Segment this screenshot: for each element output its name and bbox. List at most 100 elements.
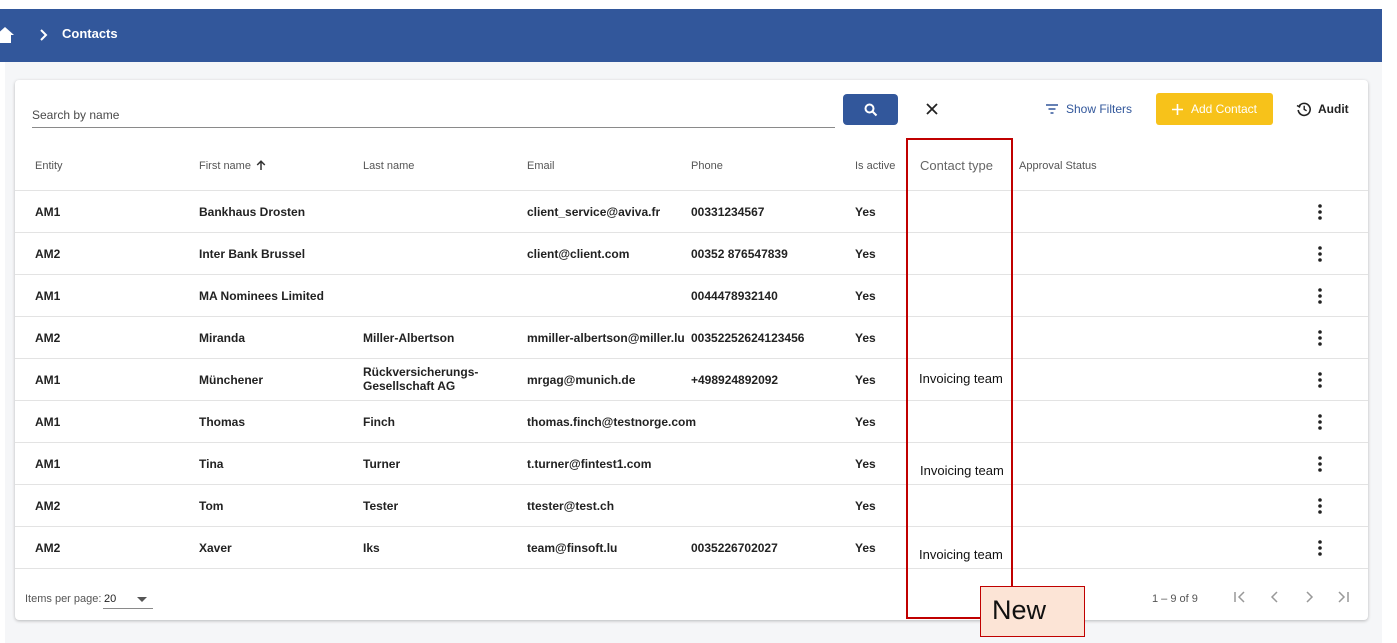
cell-email: team@finsoft.lu: [527, 541, 618, 555]
first-page-icon: [1234, 591, 1245, 603]
cell-first-name: Tina: [199, 457, 224, 471]
cell-last-name: Turner: [363, 457, 401, 471]
cell-first-name: Thomas: [199, 415, 246, 429]
show-filters-button[interactable]: Show Filters: [1045, 99, 1132, 119]
arrow-up-icon: [256, 160, 266, 170]
cell-is-active: Yes: [855, 331, 876, 345]
table-row[interactable]: AM2 Miranda Miller-Albertson mmiller-albert…: [15, 317, 1368, 359]
cell-email: client_service@aviva.fr: [527, 205, 661, 219]
cell-entity: AM1: [35, 205, 61, 219]
cell-entity: AM2: [35, 247, 61, 261]
audit-button[interactable]: Audit: [1296, 99, 1349, 119]
items-per-page-value: 20: [104, 593, 117, 605]
cell-is-active: Yes: [855, 457, 876, 471]
filter-icon: [1046, 104, 1058, 114]
cell-first-name: MA Nominees Limited: [199, 289, 324, 303]
home-icon[interactable]: [0, 26, 14, 44]
more-vert-icon[interactable]: [1312, 413, 1328, 431]
new-callout: New: [980, 586, 1085, 637]
chevron-right-icon: [1306, 591, 1314, 603]
cell-email: mrgag@munich.de: [527, 373, 636, 387]
table-row[interactable]: AM1 Münchener Rückversicherungs- Gesellscha…: [15, 359, 1368, 401]
table-row[interactable]: AM2 Tom Tester ttester@test.ch Yes: [15, 485, 1368, 527]
top-bar: Contacts: [0, 9, 1382, 62]
cell-email: mmiller-albertson@miller.lu: [527, 331, 685, 345]
last-page-button[interactable]: [1331, 586, 1355, 608]
more-vert-icon[interactable]: [1312, 539, 1328, 557]
cell-is-active: Yes: [855, 205, 876, 219]
contact-type-highlight-box: [906, 138, 1013, 619]
table-row[interactable]: AM1 Tina Turner t.turner@fintest1.com Yes Inv…: [15, 443, 1368, 485]
clear-search-button[interactable]: [921, 98, 943, 120]
cell-phone: 00331234567: [691, 205, 765, 219]
header-entity[interactable]: Entity: [35, 160, 63, 172]
cell-entity: AM1: [35, 415, 61, 429]
header-first-name-label: First name: [199, 160, 251, 172]
add-contact-button[interactable]: Add Contact: [1156, 93, 1273, 125]
cell-is-active: Yes: [855, 289, 876, 303]
cell-phone: 0044478932140: [691, 289, 778, 303]
more-vert-icon[interactable]: [1312, 455, 1328, 473]
cell-email: t.turner@fintest1.com: [527, 457, 652, 471]
table-row[interactable]: AM2 Inter Bank Brussel client@client.com 00…: [15, 233, 1368, 275]
header-phone[interactable]: Phone: [691, 160, 723, 172]
first-page-button[interactable]: [1228, 586, 1252, 608]
search-field: [32, 104, 835, 128]
cell-last-name: Iks: [363, 541, 380, 555]
cell-phone: 00352252624123456: [691, 331, 805, 345]
previous-page-button[interactable]: [1263, 586, 1287, 608]
cell-first-name: Inter Bank Brussel: [199, 247, 306, 261]
cell-entity: AM2: [35, 331, 61, 345]
table-header: Entity First name Last name Email Phone …: [15, 143, 1368, 191]
more-vert-icon[interactable]: [1312, 245, 1328, 263]
range-label: 1 – 9 of 9: [1152, 593, 1198, 605]
header-last-name[interactable]: Last name: [363, 160, 414, 172]
cell-entity: AM1: [35, 373, 61, 387]
table-row[interactable]: AM1 Thomas Finch thomas.finch@testnorge.com…: [15, 401, 1368, 443]
more-vert-icon[interactable]: [1312, 287, 1328, 305]
header-first-name[interactable]: First name: [199, 160, 266, 172]
cell-entity: AM1: [35, 289, 61, 303]
cell-first-name: Bankhaus Drosten: [199, 205, 306, 219]
more-vert-icon[interactable]: [1312, 371, 1328, 389]
cell-email: thomas.finch@testnorge.com: [527, 415, 697, 429]
close-icon: [926, 103, 938, 115]
next-page-button[interactable]: [1297, 586, 1321, 608]
cell-last-name-line2: Gesellschaft AG: [363, 379, 456, 393]
chevron-right-icon: [40, 29, 48, 41]
table-body: AM1 Bankhaus Drosten client_service@aviva.…: [15, 191, 1368, 569]
audit-label: Audit: [1318, 102, 1349, 116]
header-approval-status[interactable]: Approval Status: [1019, 160, 1097, 172]
cell-phone: 0035226702027: [691, 541, 778, 555]
cell-phone: 00352 876547839: [691, 247, 788, 261]
cell-last-name: Finch: [363, 415, 395, 429]
items-per-page-select[interactable]: 20: [103, 587, 153, 609]
contacts-card: Show Filters Add Contact Audit Entity Fi…: [15, 80, 1368, 620]
paginator: Items per page: 20 1 – 9 of 9: [15, 574, 1368, 620]
header-email[interactable]: Email: [527, 160, 555, 172]
cell-last-name: Miller-Albertson: [363, 331, 455, 345]
search-button[interactable]: [843, 94, 898, 125]
search-input[interactable]: [32, 104, 835, 126]
table-row[interactable]: AM1 Bankhaus Drosten client_service@aviva.…: [15, 191, 1368, 233]
cell-is-active: Yes: [855, 415, 876, 429]
header-is-active[interactable]: Is active: [855, 160, 895, 172]
table-row[interactable]: AM2 Xaver Iks team@finsoft.lu 0035226702027 Y…: [15, 527, 1368, 569]
cell-email: client@client.com: [527, 247, 630, 261]
cell-is-active: Yes: [855, 541, 876, 555]
plus-icon: [1171, 103, 1183, 115]
search-icon: [864, 103, 877, 116]
breadcrumb-contacts: Contacts: [62, 26, 118, 41]
cell-first-name: Münchener: [199, 373, 264, 387]
more-vert-icon[interactable]: [1312, 329, 1328, 347]
chevron-left-icon: [1270, 591, 1278, 603]
cell-last-name: Rückversicherungs- Gesellschaft AG: [363, 365, 478, 393]
more-vert-icon[interactable]: [1312, 203, 1328, 221]
cell-entity: AM2: [35, 541, 61, 555]
more-vert-icon[interactable]: [1312, 497, 1328, 515]
table-row[interactable]: AM1 MA Nominees Limited 0044478932140 Yes: [15, 275, 1368, 317]
cell-is-active: Yes: [855, 373, 876, 387]
last-page-icon: [1338, 591, 1349, 603]
show-filters-label: Show Filters: [1066, 102, 1133, 116]
cell-is-active: Yes: [855, 499, 876, 513]
